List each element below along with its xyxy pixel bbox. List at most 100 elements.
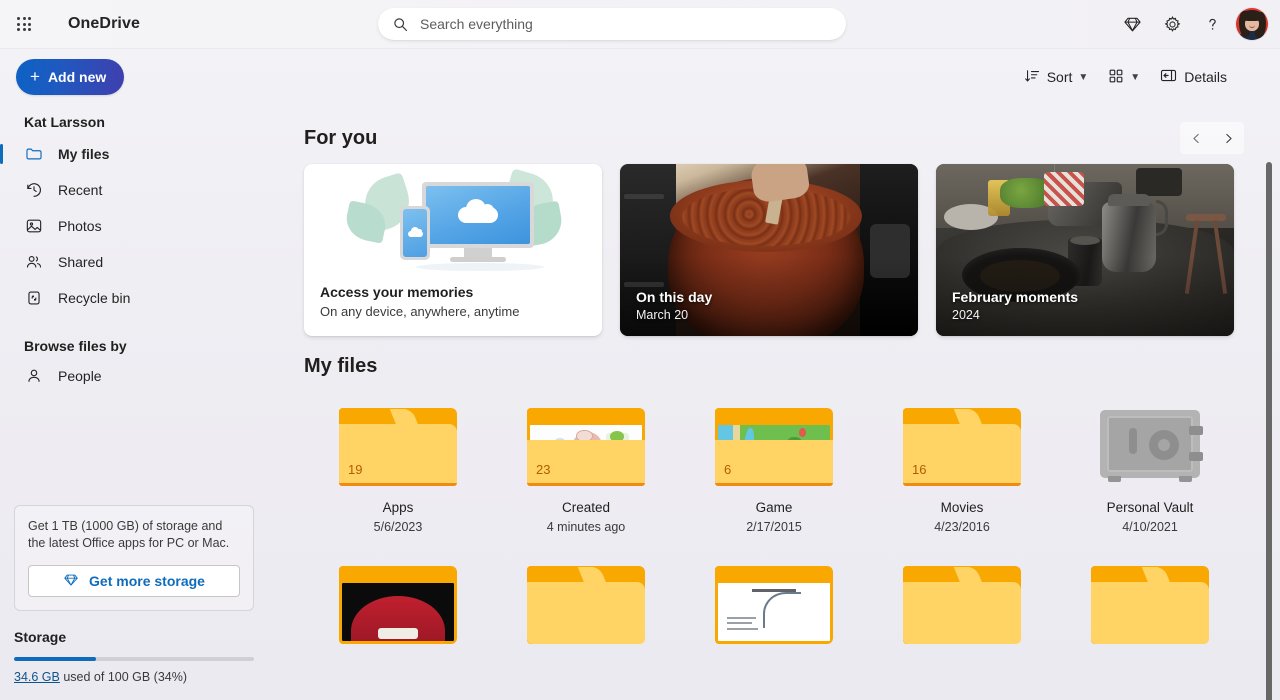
file-name: Apps: [383, 500, 414, 515]
devices-illustration: [304, 164, 602, 272]
plus-icon: +: [30, 68, 40, 85]
app-body: Kat Larsson My files Recent: [0, 106, 1280, 700]
sidebar-item-people[interactable]: People: [0, 358, 268, 394]
storage-section: Storage 34.6 GB used of 100 GB (34%): [0, 611, 280, 700]
vertical-scrollbar[interactable]: [1264, 106, 1274, 700]
safe-vault-icon: [1091, 408, 1209, 486]
file-tile-partial[interactable]: [1056, 552, 1244, 644]
file-tile-movies[interactable]: 16 Movies 4/23/2016: [868, 394, 1056, 544]
carousel-prev-button[interactable]: [1180, 122, 1212, 154]
app-launcher-icon[interactable]: [4, 4, 44, 44]
sidebar-item-label: Photos: [58, 218, 102, 234]
add-new-label: Add new: [48, 69, 106, 85]
sidebar-item-my-files[interactable]: My files: [0, 136, 268, 172]
for-you-header: For you: [304, 112, 1244, 164]
carousel-nav: [1180, 122, 1244, 154]
details-label: Details: [1184, 69, 1227, 85]
header-actions: [1112, 4, 1280, 44]
folder-icon: 16: [903, 408, 1021, 486]
sidebar-item-label: People: [58, 368, 102, 384]
for-you-card-title: Access your memories: [320, 284, 586, 300]
folder-icon: [1091, 566, 1209, 644]
for-you-card-february-moments[interactable]: February moments 2024: [936, 164, 1234, 336]
get-more-storage-button[interactable]: Get more storage: [28, 565, 240, 597]
photo-icon: [24, 216, 44, 236]
file-tile-partial[interactable]: [304, 552, 492, 644]
search-box[interactable]: [378, 8, 846, 40]
sidebar-user-name: Kat Larsson: [0, 114, 280, 130]
for-you-card-on-this-day[interactable]: On this day March 20: [620, 164, 918, 336]
file-tile-personal-vault[interactable]: Personal Vault 4/10/2021: [1056, 394, 1244, 544]
file-tile-partial[interactable]: [680, 552, 868, 644]
avatar-image: [1236, 8, 1268, 40]
storage-title: Storage: [14, 629, 254, 645]
for-you-card-title: February moments: [952, 289, 1078, 305]
file-tile-partial[interactable]: [492, 552, 680, 644]
sidebar-item-shared[interactable]: Shared: [0, 244, 268, 280]
sort-label: Sort: [1047, 69, 1073, 85]
get-more-storage-label: Get more storage: [89, 573, 205, 589]
command-bar: + Add new Sort ▼: [0, 48, 1280, 106]
carousel-next-button[interactable]: [1212, 122, 1244, 154]
onedrive-app: OneDrive: [0, 0, 1280, 700]
people-icon: [24, 252, 44, 272]
file-tile-created[interactable]: 23 Created 4 minutes ago: [492, 394, 680, 544]
view-options-button[interactable]: ▼: [1099, 61, 1149, 93]
tiles-view-icon: [1108, 68, 1124, 87]
browse-files-by-title: Browse files by: [0, 338, 280, 354]
file-date: 5/6/2023: [374, 520, 423, 534]
header-divider: [0, 48, 1280, 49]
phone-icon: [400, 206, 430, 260]
search-container: [378, 8, 846, 40]
chevron-down-icon: ▼: [1130, 72, 1140, 83]
folder-icon: [903, 566, 1021, 644]
scrollbar-thumb[interactable]: [1266, 162, 1272, 700]
selection-indicator: [0, 144, 3, 164]
folder-icon: 6: [715, 408, 833, 486]
sidebar-item-photos[interactable]: Photos: [0, 208, 268, 244]
for-you-card-memories[interactable]: Access your memories On any device, anyw…: [304, 164, 602, 336]
file-name: Game: [756, 500, 793, 515]
sidebar-item-label: Shared: [58, 254, 103, 270]
folder-item-count: 19: [348, 462, 362, 477]
avatar[interactable]: [1232, 4, 1272, 44]
folder-item-count: 23: [536, 462, 550, 477]
command-bar-actions: Sort ▼ ▼: [1015, 61, 1280, 93]
help-icon[interactable]: [1192, 4, 1232, 44]
chevron-down-icon: ▼: [1078, 72, 1088, 83]
for-you-title: For you: [304, 127, 377, 150]
folder-icon: [715, 566, 833, 644]
files-grid-row-2: [304, 552, 1244, 644]
gear-icon[interactable]: [1152, 4, 1192, 44]
file-name: Personal Vault: [1107, 500, 1194, 515]
file-name: Movies: [941, 500, 984, 515]
file-tile-apps[interactable]: 19 Apps 5/6/2023: [304, 394, 492, 544]
sidebar: Kat Larsson My files Recent: [0, 106, 280, 700]
folder-icon: [24, 144, 44, 164]
sidebar-item-label: Recycle bin: [58, 290, 130, 306]
folder-item-count: 6: [724, 462, 731, 477]
storage-used-link[interactable]: 34.6 GB: [14, 670, 60, 684]
add-new-button[interactable]: + Add new: [16, 59, 124, 95]
sidebar-item-recent[interactable]: Recent: [0, 172, 268, 208]
folder-icon: 23: [527, 408, 645, 486]
for-you-card-subtitle: On any device, anywhere, anytime: [320, 304, 586, 319]
file-tile-partial[interactable]: [868, 552, 1056, 644]
folder-icon: [527, 566, 645, 644]
monitor-icon: [422, 182, 534, 248]
clock-history-icon: [24, 180, 44, 200]
storage-promo-card: Get 1 TB (1000 GB) of storage and the la…: [14, 505, 254, 611]
my-files-header: My files: [304, 338, 1244, 394]
folder-icon: 19: [339, 408, 457, 486]
details-button[interactable]: Details: [1151, 61, 1236, 93]
folder-icon: [339, 566, 457, 644]
search-input[interactable]: [420, 16, 834, 32]
person-icon: [24, 366, 44, 386]
sort-button[interactable]: Sort ▼: [1015, 61, 1098, 93]
recycle-bin-icon: [24, 288, 44, 308]
premium-diamond-icon[interactable]: [1112, 4, 1152, 44]
file-tile-game[interactable]: 6 Game 2/17/2015: [680, 394, 868, 544]
storage-usage-text: 34.6 GB used of 100 GB (34%): [14, 670, 254, 684]
folder-thumbnail: [342, 583, 454, 641]
sidebar-item-recycle-bin[interactable]: Recycle bin: [0, 280, 268, 316]
